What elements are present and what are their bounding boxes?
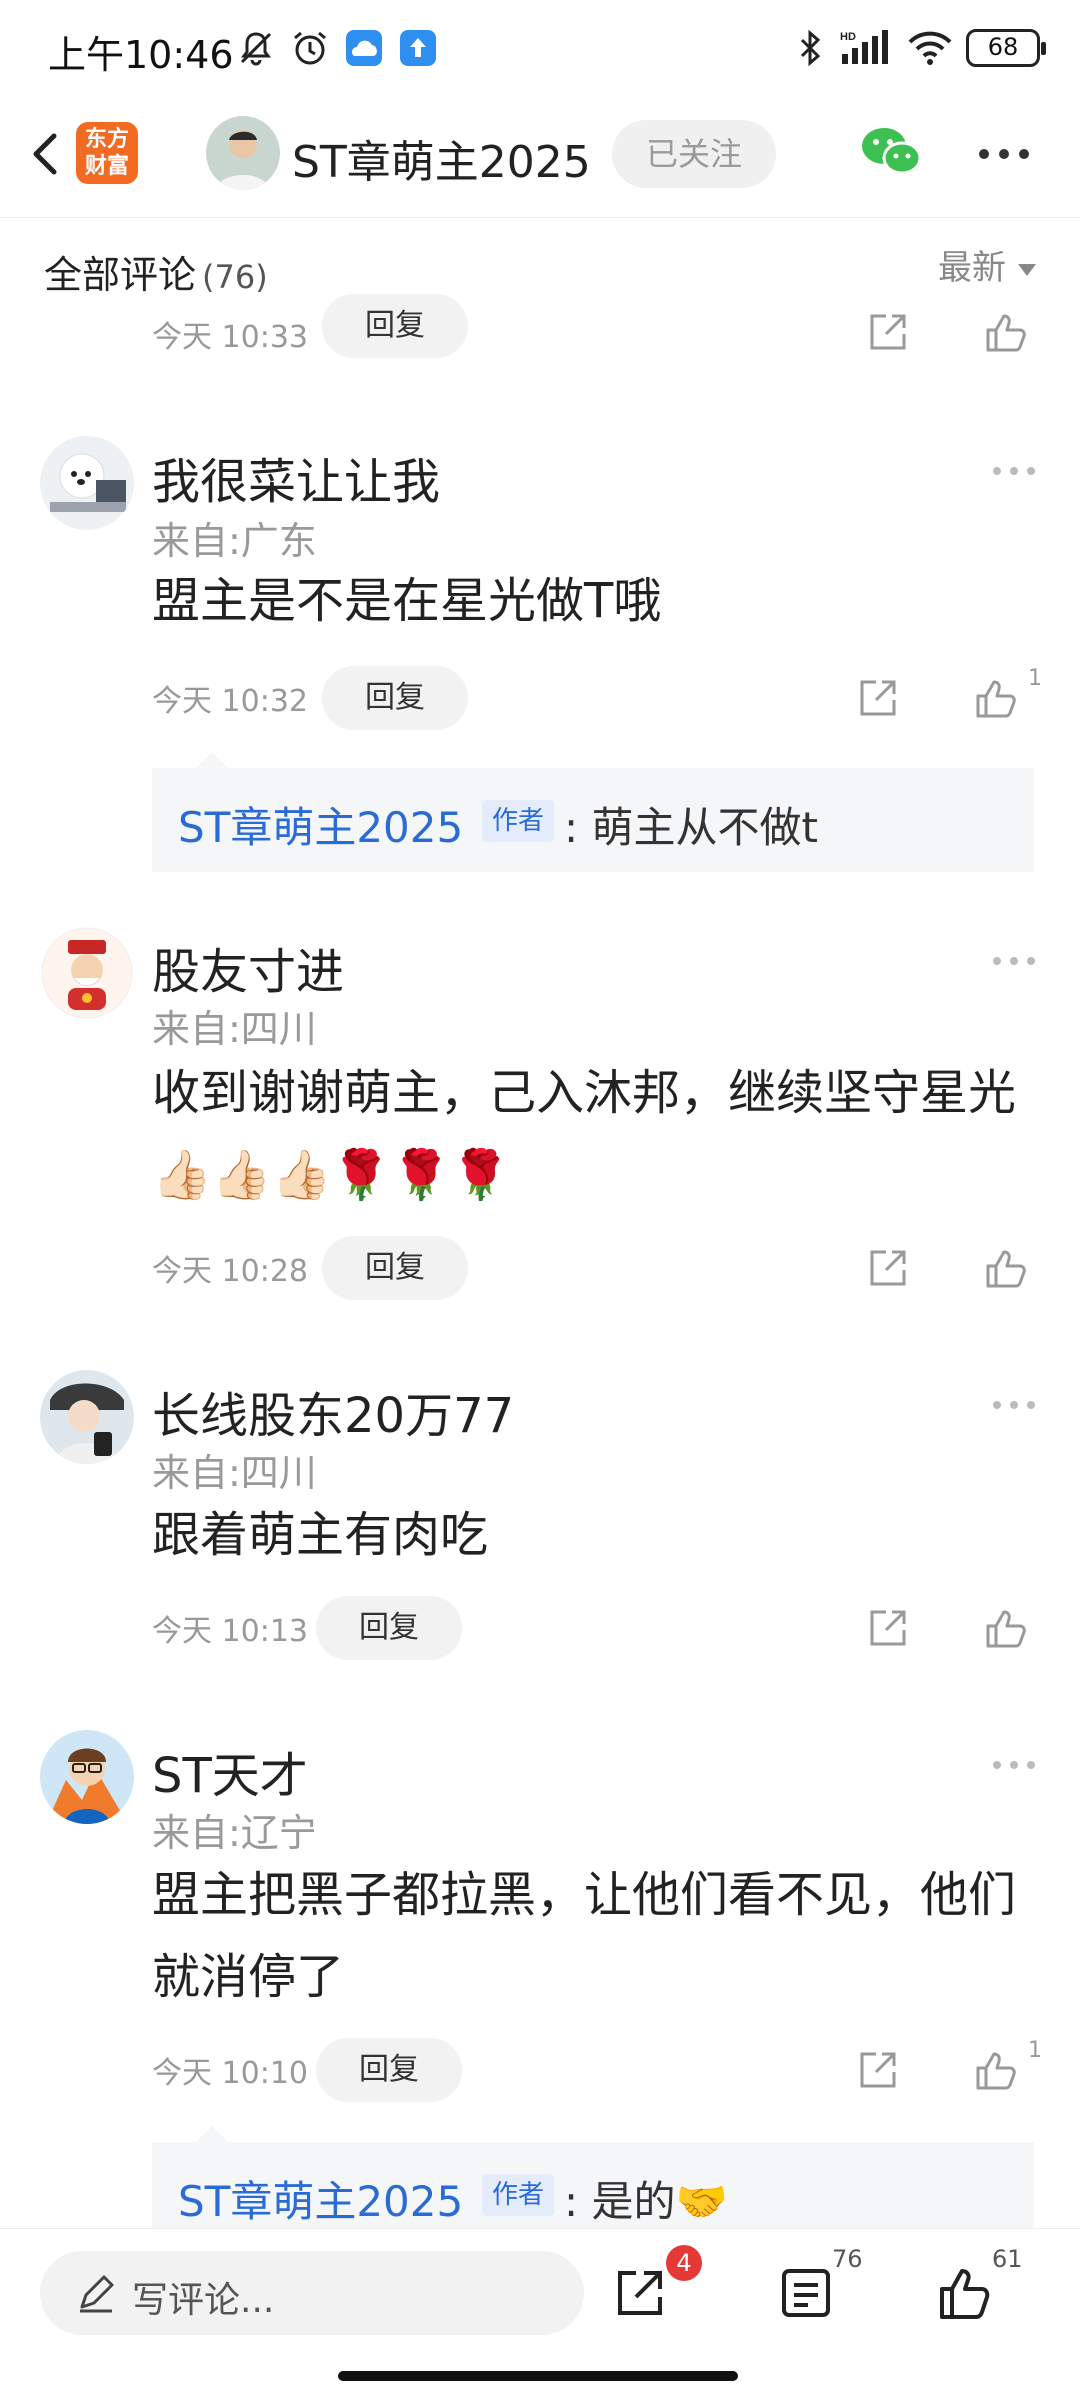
svg-text:HD: HD: [840, 31, 856, 43]
reply-button[interactable]: 回复: [316, 1596, 462, 1660]
author-tag: 作者: [482, 800, 555, 842]
share-icon[interactable]: [864, 1244, 912, 1292]
write-comment-placeholder: 写评论...: [132, 2280, 275, 2321]
commenter-name[interactable]: 我很菜让让我: [152, 442, 440, 512]
battery-icon: 68: [966, 29, 1046, 67]
bluetooth-icon: [800, 29, 821, 67]
commenter-avatar[interactable]: [40, 1370, 134, 1464]
comment-text: 盟主把黑子都拉黑，让他们看不见，他们就消停了: [152, 1867, 1017, 2005]
back-icon[interactable]: [20, 126, 76, 182]
commenter-location: 来自:四川: [152, 1451, 317, 1495]
like-count: 61: [992, 2245, 1023, 2273]
home-indicator[interactable]: [338, 2371, 738, 2381]
comment-actions: 今天 10:13 回复: [152, 1596, 1042, 1660]
logo-line2: 财富: [84, 154, 129, 179]
reply-button[interactable]: 回复: [322, 666, 468, 730]
commenter-avatar[interactable]: [40, 436, 134, 530]
sort-label: 最新: [938, 248, 1006, 288]
comment-actions: 今天 10:28 回复: [152, 1236, 1042, 1300]
commenter-location: 来自:广东: [152, 519, 317, 563]
logo-line1: 东方: [84, 127, 129, 152]
hd-signal-icon: HD: [840, 30, 888, 64]
comments-title-text: 全部评论: [44, 253, 197, 297]
page-title: ST章萌主2025: [292, 137, 591, 188]
comment-time: 今天 10:10: [152, 2056, 308, 2091]
app-logo[interactable]: 东方 财富: [76, 122, 138, 184]
comments-count: (76): [202, 258, 268, 296]
commenter-avatar[interactable]: [40, 926, 134, 1020]
commenter-avatar[interactable]: [40, 1730, 134, 1824]
wechat-icon[interactable]: [860, 124, 922, 180]
bottom-bar: 写评论... 4 76 61: [0, 2228, 1080, 2400]
pencil-icon: [80, 2275, 114, 2313]
follow-button[interactable]: 已关注: [612, 120, 776, 188]
comments-section-title: 全部评论 (76): [44, 244, 268, 299]
write-comment-input[interactable]: 写评论...: [40, 2251, 584, 2335]
author-avatar[interactable]: [206, 116, 280, 190]
commenter-name[interactable]: 长线股东20万77: [152, 1376, 514, 1446]
comment-time: 今天 10:13: [152, 1614, 308, 1649]
author-tag: 作者: [482, 2174, 555, 2216]
sort-dropdown[interactable]: 最新: [938, 240, 1036, 289]
like-icon[interactable]: [972, 674, 1020, 722]
reply-text: : 是的🤝: [564, 2177, 728, 2226]
share-icon[interactable]: [610, 2263, 670, 2323]
share-icon[interactable]: [854, 2046, 902, 2094]
commenter-name[interactable]: ST天才: [152, 1736, 308, 1806]
comment-time: 今天 10:32: [152, 684, 308, 719]
comment-text: 收到谢谢萌主，己入沐邦，继续坚守星光👍🏻👍🏻👍🏻🌹🌹🌹: [152, 1065, 1017, 1203]
comment-actions: 今天 10:32 回复 1: [152, 666, 1042, 730]
comment-more-icon[interactable]: [992, 1400, 1036, 1410]
comment-actions: 今天 10:10 回复 1: [152, 2038, 1042, 2102]
comment-more-icon[interactable]: [992, 1760, 1036, 1770]
mute-bell-icon: [240, 32, 272, 66]
like-icon[interactable]: [982, 1604, 1030, 1652]
status-left-icons: [236, 28, 438, 68]
comments-icon[interactable]: [776, 2263, 836, 2323]
upload-app-icon: [400, 30, 436, 66]
status-bar: 上午10:46 HD 68: [0, 0, 1080, 100]
comment-time: 今天 10:28: [152, 1254, 308, 1289]
commenter-location: 来自:四川: [152, 1007, 317, 1051]
share-icon[interactable]: [864, 308, 912, 356]
commenter-name[interactable]: 股友寸进: [152, 932, 344, 1002]
partial-comment-actions: 今天 10:33 回复: [152, 294, 1042, 366]
comment-text: 跟着萌主有肉吃: [152, 1507, 489, 1563]
caret-down-icon: [1018, 263, 1036, 276]
comment-count: 76: [832, 2245, 863, 2273]
comment-time: 今天 10:33: [152, 320, 308, 355]
like-icon[interactable]: [982, 308, 1030, 356]
comment-text: 盟主是不是在星光做T哦: [152, 573, 662, 629]
reply-button[interactable]: 回复: [322, 1236, 468, 1300]
status-right-icons: HD 68: [796, 28, 1046, 68]
like-count: 1: [1028, 666, 1042, 691]
alarm-icon: [294, 31, 326, 65]
weather-app-icon: [346, 30, 382, 66]
commenter-location: 来自:辽宁: [152, 1811, 317, 1855]
like-count: 1: [1028, 2038, 1042, 2063]
share-badge: 4: [666, 2245, 702, 2281]
top-nav: 东方 财富 ST章萌主2025 已关注: [0, 100, 1080, 218]
share-icon[interactable]: [854, 674, 902, 722]
share-icon[interactable]: [864, 1604, 912, 1652]
like-icon[interactable]: [972, 2046, 1020, 2094]
reply-author[interactable]: ST章萌主2025: [178, 2168, 463, 2229]
reply-button[interactable]: 回复: [322, 294, 468, 358]
comment-more-icon[interactable]: [992, 466, 1036, 476]
like-icon[interactable]: [982, 1244, 1030, 1292]
more-icon[interactable]: [978, 148, 1030, 160]
status-time: 上午10:46: [48, 33, 234, 77]
wifi-icon: [908, 31, 952, 65]
author-reply[interactable]: ST章萌主2025 作者 : 萌主从不做t: [152, 752, 1034, 872]
reply-author[interactable]: ST章萌主2025: [178, 794, 463, 855]
reply-text: : 萌主从不做t: [564, 803, 818, 852]
comment-more-icon[interactable]: [992, 956, 1036, 966]
like-icon[interactable]: [936, 2263, 996, 2323]
reply-button[interactable]: 回复: [316, 2038, 462, 2102]
